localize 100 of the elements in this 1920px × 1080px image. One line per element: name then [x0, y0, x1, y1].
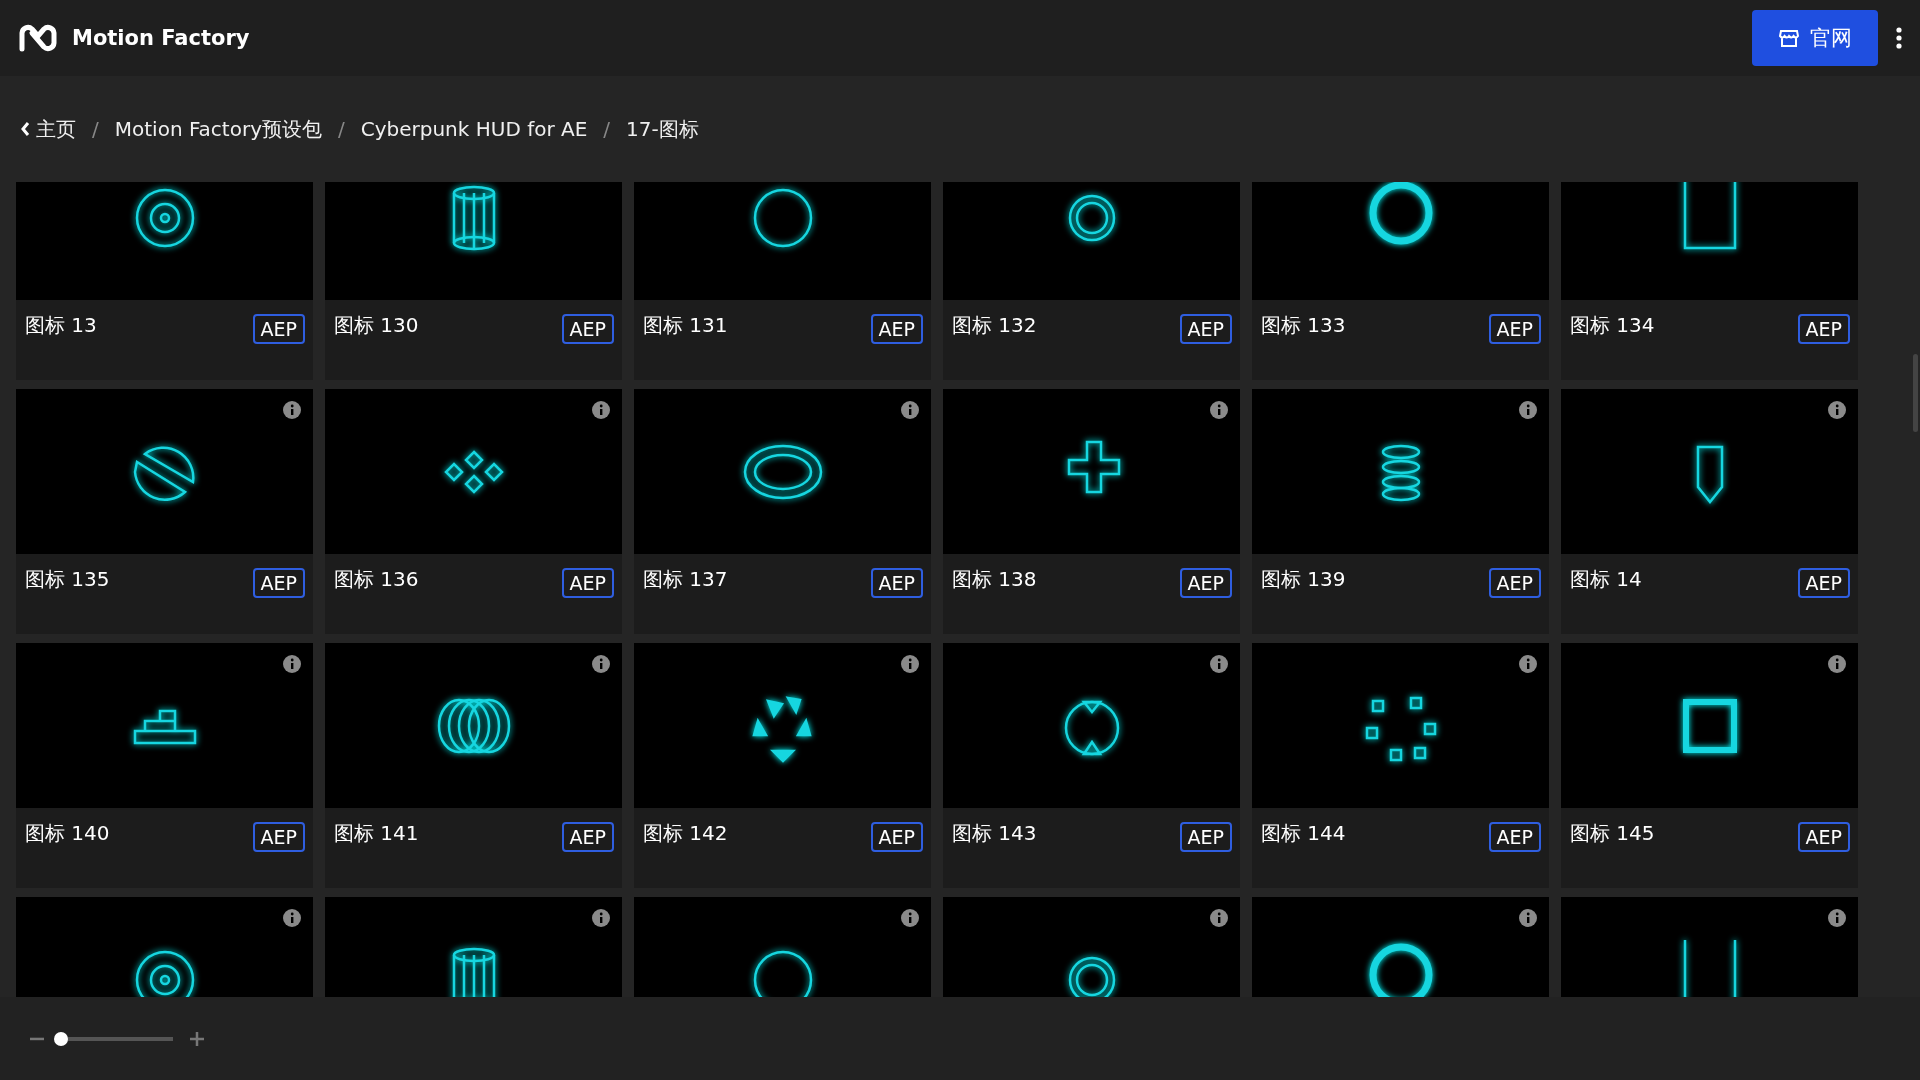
format-tag: AEP: [252, 568, 305, 598]
format-tag: AEP: [1179, 822, 1232, 852]
neon-glyph-drawing: [452, 185, 495, 250]
info-icon[interactable]: [1210, 909, 1228, 927]
format-tag: AEP: [1488, 822, 1541, 852]
info-icon[interactable]: [592, 401, 610, 419]
neon-glyph-drawing: [1381, 444, 1420, 501]
asset-title: 图标 142: [643, 820, 728, 847]
format-tag: AEP: [870, 314, 923, 344]
format-tag: AEP: [1488, 314, 1541, 344]
info-icon[interactable]: [901, 655, 919, 673]
zoom-in-icon[interactable]: [190, 1031, 204, 1046]
asset-title: 图标 133: [1261, 312, 1346, 339]
info-icon[interactable]: [1210, 655, 1228, 673]
format-tag: AEP: [1179, 568, 1232, 598]
info-icon[interactable]: [283, 909, 301, 927]
info-icon[interactable]: [283, 401, 301, 419]
neon-glyph-drawing: [1683, 939, 1736, 997]
asset-card[interactable]: 图标 142 AEP: [634, 643, 931, 888]
asset-title: 图标 138: [952, 566, 1037, 593]
asset-title: 图标 141: [334, 820, 419, 847]
asset-title: 图标 140: [25, 820, 110, 847]
asset-card[interactable]: 图标 144 AEP: [1252, 643, 1549, 888]
neon-glyph-drawing: [1369, 182, 1432, 244]
zoom-out-icon[interactable]: [30, 1036, 44, 1041]
asset-title: 图标 136: [334, 566, 419, 593]
asset-card[interactable]: 图标 145 AEP: [1561, 643, 1858, 888]
format-tag: AEP: [1488, 568, 1541, 598]
neon-glyph-drawing: [751, 695, 812, 763]
neon-glyph-drawing: [1067, 440, 1120, 493]
asset-card[interactable]: 图标 130 AEP: [325, 182, 622, 380]
neon-glyph-drawing: [135, 188, 194, 247]
asset-card[interactable]: 图标 131 AEP: [634, 182, 931, 380]
asset-card[interactable]: 图标 137 AEP: [634, 389, 931, 634]
format-tag: AEP: [561, 568, 614, 598]
asset-title: 图标 143: [952, 820, 1037, 847]
asset-card[interactable]: 图标 14 AEP: [1561, 389, 1858, 634]
asset-title: 图标 14: [1570, 566, 1642, 593]
asset-title: 图标 13: [25, 312, 97, 339]
asset-card[interactable]: 图标 135 AEP: [16, 389, 313, 634]
info-icon[interactable]: [1210, 401, 1228, 419]
neon-glyph-drawing: [1683, 182, 1736, 249]
asset-card[interactable]: 图标 133 AEP: [1252, 182, 1549, 380]
asset-title: 图标 144: [1261, 820, 1346, 847]
website-button[interactable]: 官网: [1752, 10, 1878, 66]
info-icon[interactable]: [592, 909, 610, 927]
asset-card[interactable]: 图标 13 AEP: [16, 182, 313, 380]
format-tag: AEP: [252, 822, 305, 852]
info-icon[interactable]: [592, 655, 610, 673]
breadcrumb-separator: /: [603, 117, 611, 141]
asset-title: 图标 137: [643, 566, 728, 593]
more-icon[interactable]: [1894, 26, 1904, 50]
info-icon[interactable]: [901, 401, 919, 419]
breadcrumb-link[interactable]: Cyberpunk HUD for AE: [360, 117, 588, 141]
breadcrumb-separator: /: [337, 117, 345, 141]
format-tag: AEP: [1797, 568, 1850, 598]
breadcrumb-separator: /: [92, 117, 99, 141]
breadcrumb-link[interactable]: 17-图标: [626, 115, 699, 143]
asset-title: 图标 145: [1570, 820, 1655, 847]
breadcrumb-link[interactable]: Motion Factory预设包: [114, 115, 322, 143]
info-icon[interactable]: [1828, 909, 1846, 927]
info-icon[interactable]: [1828, 655, 1846, 673]
scrollbar-thumb[interactable]: [1912, 354, 1918, 432]
neon-glyph-drawing: [135, 950, 194, 997]
neon-glyph-drawing: [133, 446, 195, 501]
neon-glyph-drawing: [1369, 943, 1432, 997]
asset-title: 图标 130: [334, 312, 419, 339]
asset-card[interactable]: 图标 136 AEP: [325, 389, 622, 634]
asset-card[interactable]: 图标 134 AEP: [1561, 182, 1858, 380]
info-icon[interactable]: [1519, 909, 1537, 927]
neon-glyph-drawing: [443, 449, 504, 494]
asset-card[interactable]: 图标 139 AEP: [1252, 389, 1549, 634]
neon-glyph-drawing: [1068, 956, 1115, 997]
neon-glyph-drawing: [1696, 445, 1723, 504]
asset-card[interactable]: 图标 140 AEP: [16, 643, 313, 888]
neon-glyph-drawing: [1365, 696, 1436, 761]
asset-card[interactable]: 图标 132 AEP: [943, 182, 1240, 380]
format-tag: AEP: [1797, 314, 1850, 344]
logo-icon: [18, 23, 58, 53]
asset-card[interactable]: 图标 138 AEP: [943, 389, 1240, 634]
info-icon[interactable]: [1519, 655, 1537, 673]
slider-thumb[interactable]: [54, 1031, 68, 1046]
store-icon: [1778, 27, 1800, 49]
info-icon[interactable]: [283, 655, 301, 673]
asset-title: 图标 139: [1261, 566, 1346, 593]
info-icon[interactable]: [1519, 401, 1537, 419]
asset-title: 图标 132: [952, 312, 1037, 339]
format-tag: AEP: [561, 314, 614, 344]
info-icon[interactable]: [901, 909, 919, 927]
asset-card[interactable]: 图标 141 AEP: [325, 643, 622, 888]
neon-glyph-drawing: [452, 947, 495, 997]
info-icon[interactable]: [1828, 401, 1846, 419]
neon-glyph-drawing: [1064, 700, 1119, 755]
back-link[interactable]: 主页: [20, 115, 76, 143]
format-tag: AEP: [1797, 822, 1850, 852]
asset-title: 图标 134: [1570, 312, 1655, 339]
chevron-left-icon: [20, 121, 30, 137]
neon-glyph-drawing: [1682, 698, 1737, 753]
neon-glyph-drawing: [133, 709, 196, 744]
asset-card[interactable]: 图标 143 AEP: [943, 643, 1240, 888]
